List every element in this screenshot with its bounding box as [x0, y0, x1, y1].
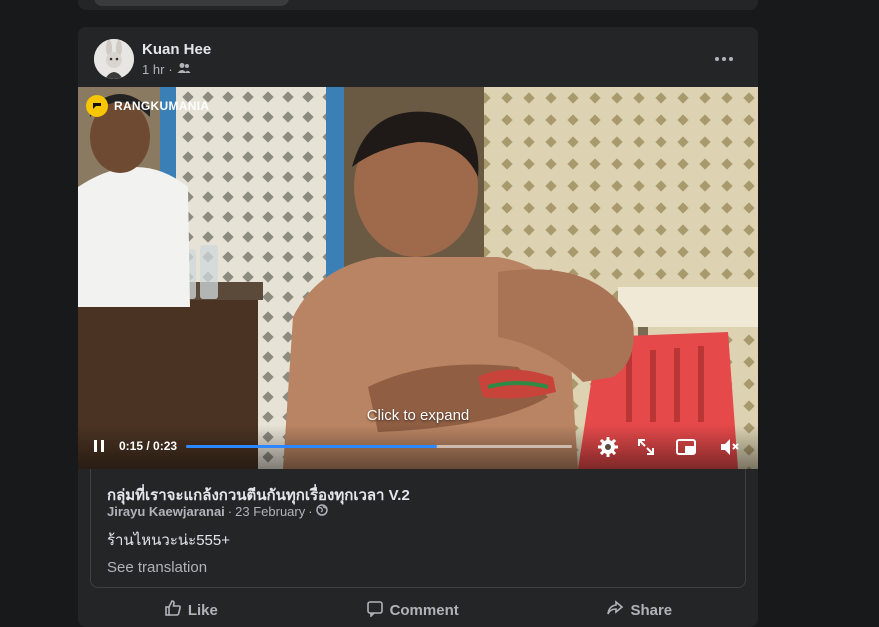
video-progress-bar[interactable]	[186, 445, 572, 448]
watermark-text: RANGKUMANIA	[114, 99, 210, 113]
like-icon	[164, 599, 182, 621]
shared-date[interactable]: 23 February	[235, 504, 305, 519]
video-controls: 0:15 / 0:23	[78, 425, 758, 469]
shared-meta-separator-2: ·	[308, 504, 313, 519]
video-time: 0:15 / 0:23	[119, 439, 178, 453]
fullscreen-icon[interactable]	[634, 435, 658, 459]
shared-author[interactable]: Jirayu Kaewjaranai	[107, 504, 225, 519]
shared-post-meta: Jirayu Kaewjaranai · 23 February ·	[107, 504, 328, 519]
post-actions: Like Comment Share	[90, 593, 746, 627]
like-button[interactable]: Like	[164, 599, 218, 621]
post-header: Kuan Hee 1 hr ·	[94, 39, 742, 79]
shared-meta-separator: ·	[227, 504, 233, 519]
globe-icon	[315, 504, 328, 519]
post-time[interactable]: 1 hr	[142, 62, 164, 77]
avatar[interactable]	[94, 39, 134, 79]
picture-in-picture-icon[interactable]	[674, 435, 698, 459]
comment-icon	[366, 599, 384, 621]
shared-post-text: ร้านไหนวะน่ะ555+	[107, 532, 230, 549]
previous-post-card	[78, 0, 758, 10]
pause-icon[interactable]	[90, 437, 108, 455]
meta-separator: ·	[168, 62, 173, 77]
share-label: Share	[630, 601, 673, 619]
share-icon	[606, 599, 624, 621]
video-progress-fill	[186, 445, 437, 448]
video-player[interactable]: RANGKUMANIA Click to expand 0:15 / 0:23	[78, 87, 758, 469]
comment-label: Comment	[389, 601, 459, 619]
post-meta: 1 hr ·	[142, 62, 191, 77]
comment-button[interactable]: Comment	[366, 599, 459, 621]
more-dots-icon[interactable]	[706, 41, 742, 77]
shared-post-attachment[interactable]: กลุ่มที่เราจะแกล้งกวนตีนกันทุกเรื่องทุกเ…	[90, 469, 746, 588]
post-author[interactable]: Kuan Hee	[142, 41, 211, 58]
click-to-expand-label[interactable]: Click to expand	[78, 407, 758, 424]
friends-icon[interactable]	[177, 62, 191, 77]
video-watermark: RANGKUMANIA	[86, 95, 209, 117]
previous-post-bar	[94, 0, 289, 6]
like-label: Like	[187, 601, 218, 619]
see-translation-link[interactable]: See translation	[107, 559, 207, 576]
share-button[interactable]: Share	[606, 599, 672, 621]
mute-icon[interactable]	[718, 435, 742, 459]
settings-icon[interactable]	[596, 435, 620, 459]
watermark-logo-icon	[86, 95, 108, 117]
post-card: Kuan Hee 1 hr · RANGKUMANIA Click to exp…	[78, 27, 758, 627]
